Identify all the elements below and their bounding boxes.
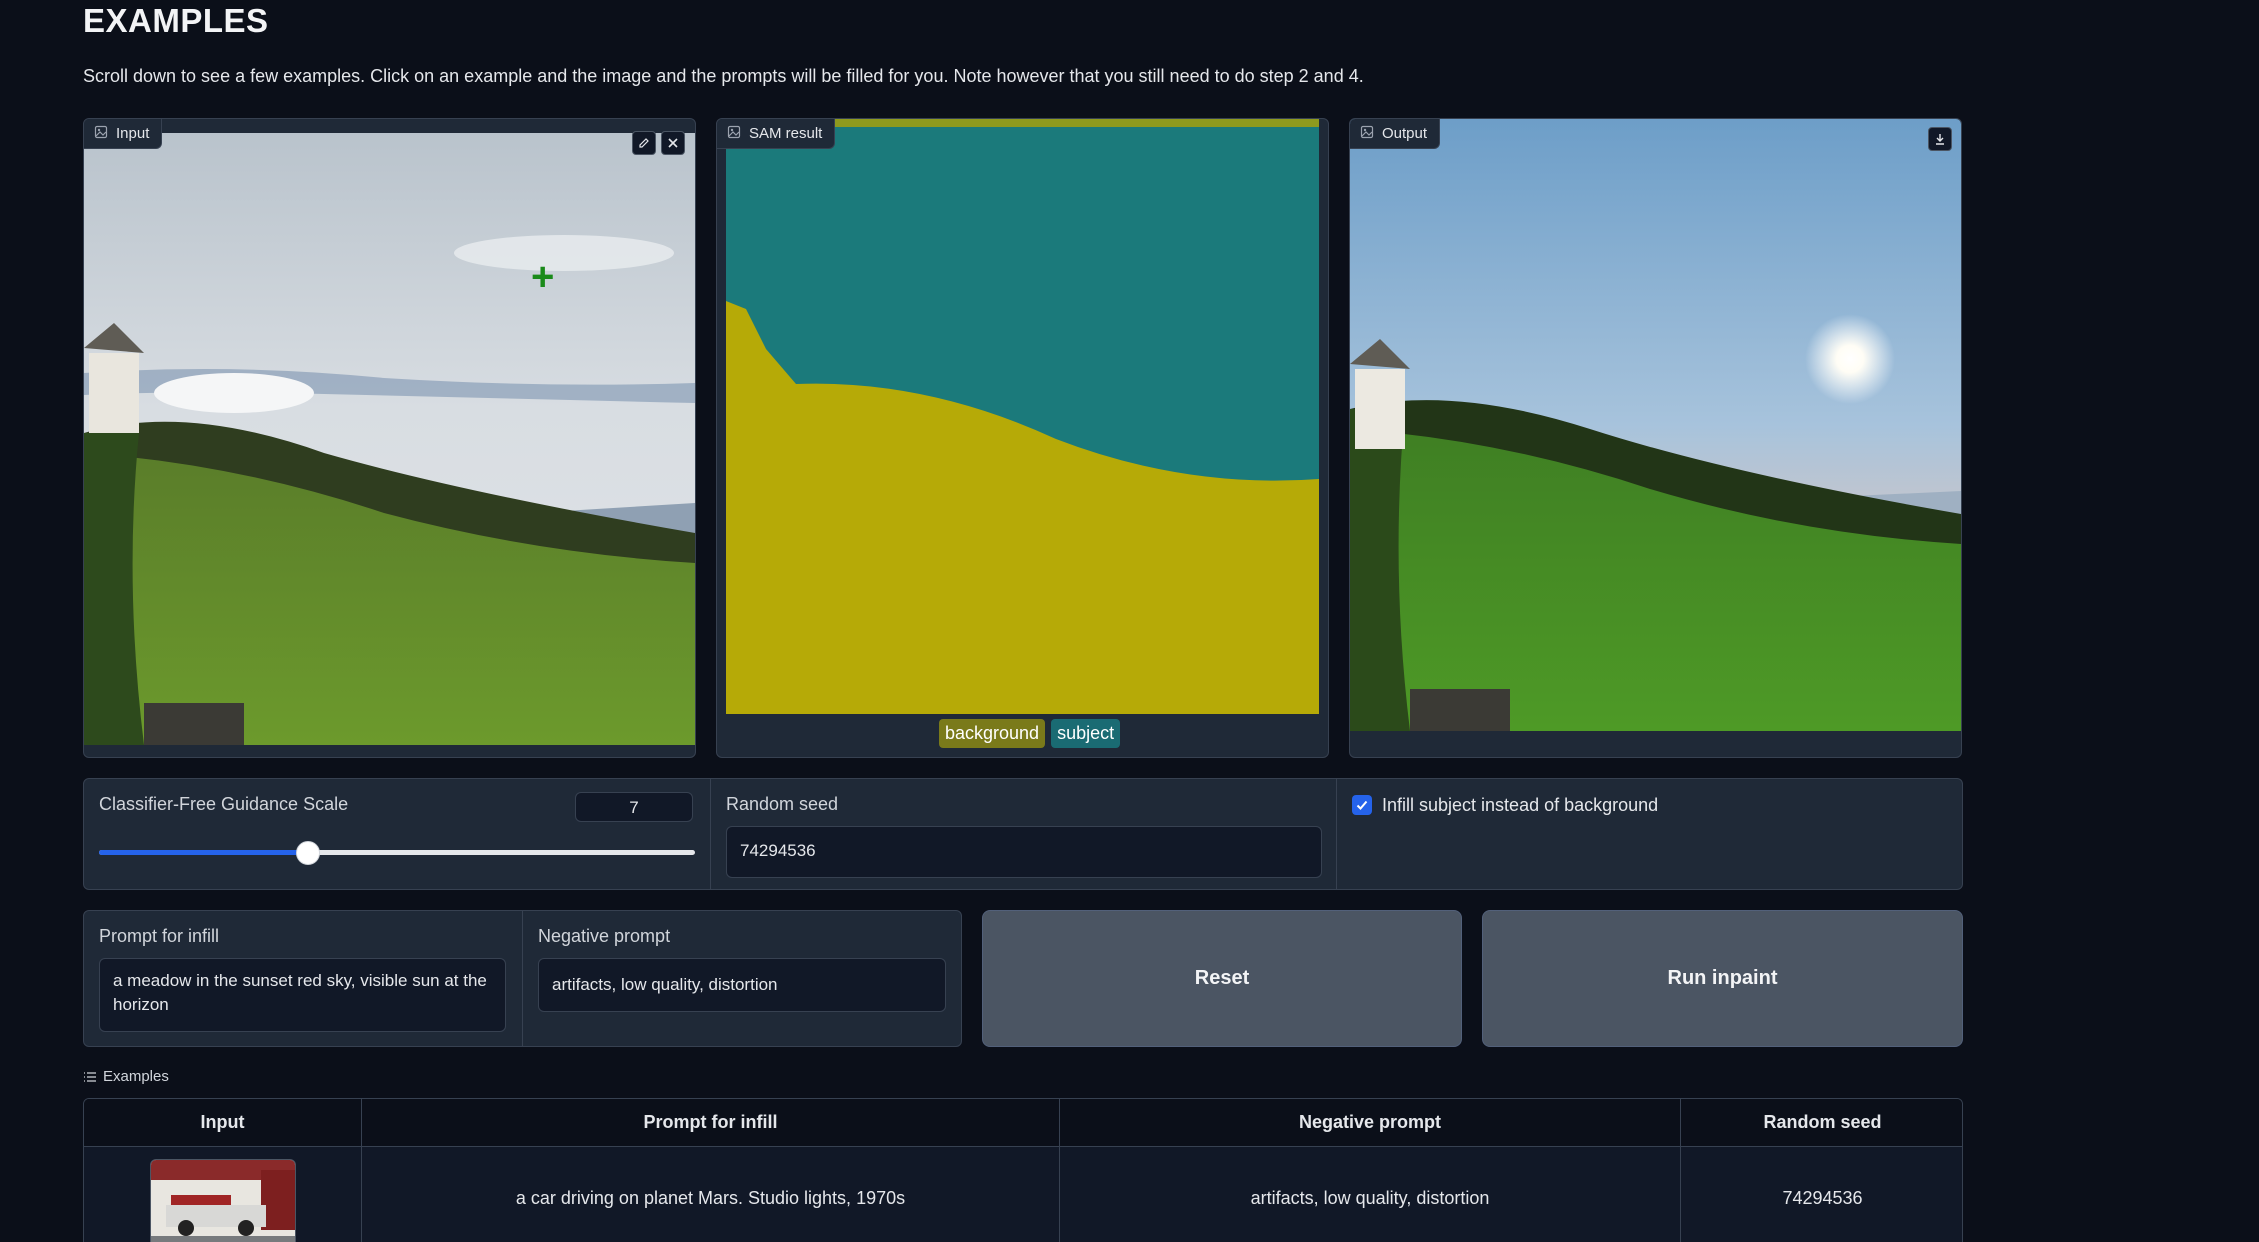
- negative-prompt-input[interactable]: artifacts, low quality, distortion: [538, 958, 946, 1012]
- example-negative-cell[interactable]: artifacts, low quality, distortion: [1060, 1147, 1681, 1242]
- sam-label-text: SAM result: [749, 125, 823, 142]
- divider: [1336, 779, 1337, 889]
- example-prompt-cell[interactable]: a car driving on planet Mars. Studio lig…: [362, 1147, 1060, 1242]
- page-title: EXAMPLES: [83, 2, 269, 39]
- examples-label: Examples: [103, 1068, 169, 1085]
- output-image: [1350, 119, 1961, 731]
- edit-icon[interactable]: [632, 131, 656, 155]
- infill-prompt-label: Prompt for infill: [99, 926, 220, 946]
- header-negative: Negative prompt: [1060, 1099, 1681, 1146]
- seed-input[interactable]: 74294536: [726, 826, 1322, 878]
- cfg-label: Classifier-Free Guidance Scale: [99, 794, 349, 814]
- list-icon: [84, 1071, 96, 1082]
- sam-legend: background subject: [939, 719, 1121, 748]
- legend-subject: subject: [1051, 719, 1121, 748]
- divider: [522, 911, 523, 1046]
- output-label-text: Output: [1382, 125, 1428, 142]
- image-icon: [1360, 125, 1374, 143]
- sam-result-image: [726, 119, 1319, 714]
- example-seed-cell[interactable]: 74294536: [1681, 1147, 1962, 1242]
- sam-result-label: SAM result: [717, 119, 836, 149]
- input-label-text: Input: [116, 125, 150, 142]
- check-icon: [1356, 800, 1368, 810]
- table-row[interactable]: a car driving on planet Mars. Studio lig…: [84, 1147, 1962, 1242]
- input-image-label: Input: [84, 119, 163, 149]
- image-icon: [94, 125, 108, 143]
- reset-button[interactable]: Reset: [982, 910, 1462, 1047]
- infill-subject-checkbox[interactable]: [1352, 795, 1372, 815]
- input-image[interactable]: +: [84, 133, 695, 745]
- header-prompt: Prompt for infill: [362, 1099, 1060, 1146]
- download-icon[interactable]: [1928, 127, 1952, 151]
- sam-result-panel: SAM result background subject: [716, 118, 1329, 758]
- run-inpaint-button[interactable]: Run inpaint: [1482, 910, 1963, 1047]
- header-seed: Random seed: [1763, 1112, 1882, 1132]
- infill-subject-label[interactable]: Infill subject instead of background: [1382, 795, 1658, 816]
- cfg-slider[interactable]: [99, 841, 695, 865]
- divider: [710, 779, 711, 889]
- examples-table: Input Prompt for infill Negative prompt …: [83, 1098, 1963, 1242]
- example-input-cell[interactable]: [84, 1147, 362, 1242]
- controls-row: Classifier-Free Guidance Scale 7 Random …: [83, 778, 1963, 890]
- cfg-value-input[interactable]: 7: [575, 792, 693, 822]
- prompts-row: Prompt for infill a meadow in the sunset…: [83, 910, 962, 1047]
- examples-header: Examples: [83, 1068, 169, 1085]
- cfg-slider-fill: [99, 850, 308, 855]
- output-image-panel: Output: [1349, 118, 1962, 758]
- point-marker-icon: +: [531, 255, 555, 299]
- output-image-label: Output: [1350, 119, 1441, 149]
- input-image-panel[interactable]: Input +: [83, 118, 696, 758]
- legend-background: background: [939, 719, 1046, 748]
- negative-prompt-label: Negative prompt: [538, 926, 671, 946]
- seed-label: Random seed: [726, 794, 839, 814]
- page-description: Scroll down to see a few examples. Click…: [83, 66, 1364, 86]
- cfg-slider-thumb[interactable]: [295, 841, 320, 865]
- examples-table-header: Input Prompt for infill Negative prompt …: [84, 1099, 1962, 1147]
- infill-prompt-input[interactable]: a meadow in the sunset red sky, visible …: [99, 958, 506, 1032]
- example-thumbnail[interactable]: [149, 1159, 296, 1242]
- image-icon: [727, 125, 741, 143]
- header-input: Input: [84, 1099, 362, 1146]
- close-icon[interactable]: [661, 131, 685, 155]
